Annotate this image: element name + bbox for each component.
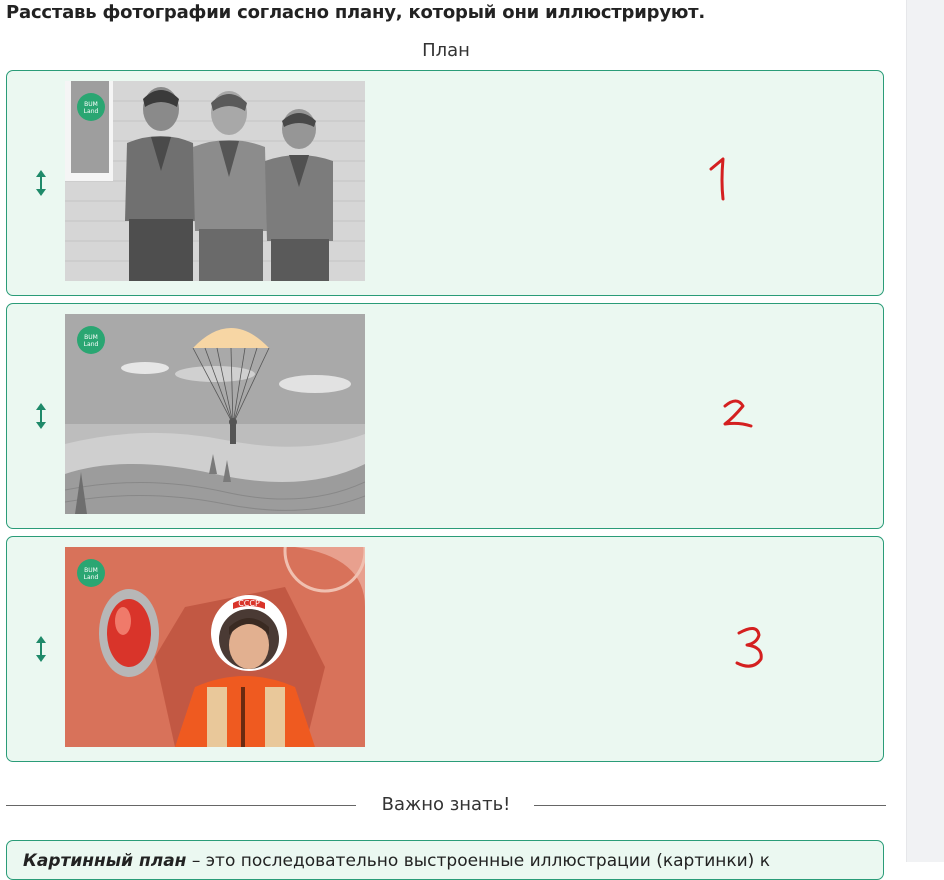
sortable-card-3[interactable]: СССР BUM Land xyxy=(6,536,884,762)
info-lead: Картинный план xyxy=(23,851,187,871)
right-side-panel xyxy=(906,0,944,862)
drag-handle-icon[interactable] xyxy=(33,635,49,663)
parachute-illustration: BUM Land xyxy=(65,314,365,514)
logo-text-top: BUM xyxy=(84,334,98,341)
logo-text-bottom: Land xyxy=(84,574,99,581)
important-divider: Важно знать! xyxy=(6,794,886,818)
info-text: Картинный план – это последовательно выс… xyxy=(23,851,770,871)
sortable-card-2[interactable]: BUM Land xyxy=(6,303,884,529)
info-box: Картинный план – это последовательно выс… xyxy=(6,840,884,880)
handwritten-number-1 xyxy=(709,157,725,201)
logo-text-bottom: Land xyxy=(84,341,99,348)
info-body: – это последовательно выстроенные иллюст… xyxy=(186,851,770,871)
logo-text-bottom: Land xyxy=(84,108,99,115)
cosmonaut-illustration: СССР BUM Land xyxy=(65,547,365,747)
drag-handle-icon[interactable] xyxy=(33,402,49,430)
handwritten-number-2 xyxy=(723,399,753,428)
logo-text-top: BUM xyxy=(84,567,98,574)
divider-line-right xyxy=(534,805,886,806)
drag-handle-icon[interactable] xyxy=(33,169,49,197)
task-instruction: Расставь фотографии согласно плану, кото… xyxy=(6,2,706,23)
plan-heading: План xyxy=(422,40,470,61)
pioneers-illustration: BUM Land xyxy=(65,81,365,281)
sortable-card-1[interactable]: BUM Land xyxy=(6,70,884,296)
svg-text:СССР: СССР xyxy=(238,599,260,608)
logo-text-top: BUM xyxy=(84,101,98,108)
handwritten-number-3 xyxy=(735,627,763,668)
